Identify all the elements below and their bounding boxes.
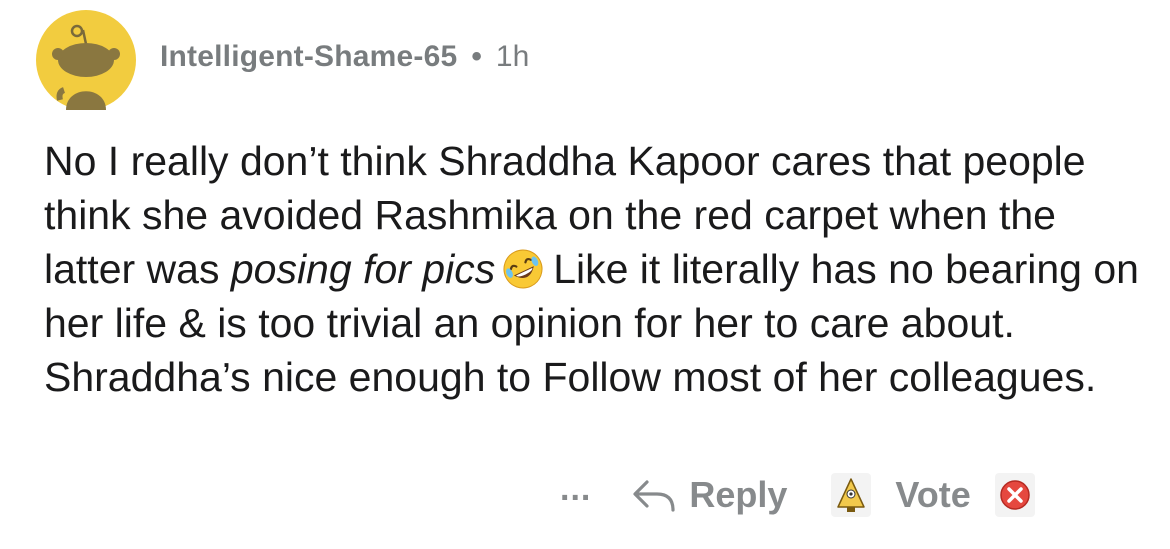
username-link[interactable]: Intelligent-Shame-65 — [160, 40, 457, 74]
comment-body: No I really don’t think Shraddha Kapoor … — [44, 134, 1144, 404]
meta-separator: • — [471, 40, 482, 73]
rolling-on-floor-laughing-emoji-icon — [503, 249, 543, 289]
comment-text-italic: posing for pics — [230, 246, 496, 292]
reply-arrow-icon — [633, 480, 675, 512]
comment-header: Intelligent-Shame-65 • 1h — [160, 40, 529, 74]
reply-label: Reply — [689, 474, 788, 515]
timestamp[interactable]: 1h — [496, 40, 529, 74]
avatar[interactable] — [36, 10, 136, 110]
more-options-button[interactable]: ... — [560, 472, 591, 506]
award-upvote-icon[interactable] — [831, 473, 872, 517]
vote-label: Vote — [895, 474, 971, 515]
downvote-x-icon[interactable] — [994, 473, 1035, 517]
reply-button[interactable]: Reply — [631, 474, 787, 516]
comment-actions: ... Reply Vote — [560, 470, 1035, 520]
